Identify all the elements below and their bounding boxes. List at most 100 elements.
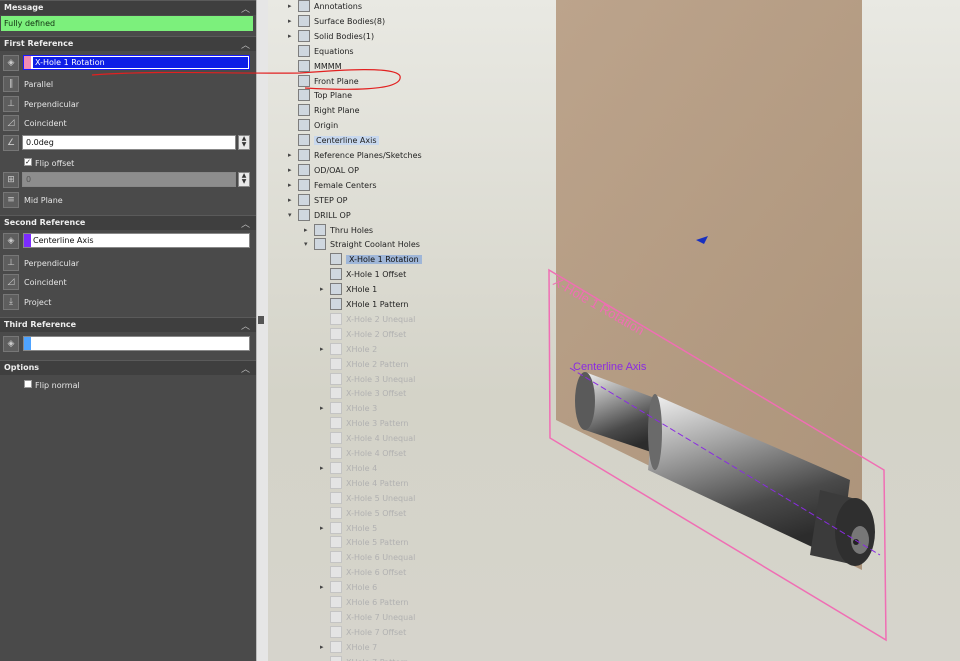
feature-icon (298, 104, 310, 117)
feature-icon (330, 253, 342, 266)
expand-arrow-icon[interactable]: ▾ (288, 211, 296, 219)
expand-arrow-icon[interactable]: ▸ (304, 226, 312, 234)
feature-icon (330, 566, 342, 579)
expand-arrow-icon[interactable]: ▸ (320, 643, 328, 651)
feature-icon (314, 223, 326, 236)
tree-node-label: X-Hole 5 Offset (346, 508, 407, 518)
expand-arrow-icon[interactable]: ▸ (320, 583, 328, 591)
feature-icon (330, 342, 342, 355)
expand-arrow-icon[interactable]: ▸ (288, 196, 296, 204)
tree-node-label: XHole 3 Pattern (346, 419, 409, 429)
feature-icon (330, 581, 342, 594)
tree-node-label: XHole 5 Pattern (346, 538, 409, 548)
tree-node-label: Centerline Axis (314, 136, 379, 146)
tree-node-label: STEP OP (314, 195, 348, 205)
feature-icon (330, 655, 342, 661)
feature-icon (330, 417, 342, 430)
feature-icon (330, 357, 342, 370)
tree-node-label: X-Hole 2 Unequal (346, 314, 416, 324)
feature-icon (330, 387, 342, 400)
feature-icon (298, 74, 310, 87)
tree-node-label: Female Centers (314, 180, 377, 190)
feature-icon (330, 491, 342, 504)
tree-node-label: OD/OAL OP (314, 165, 359, 175)
feature-icon (330, 625, 342, 638)
feature-icon (330, 327, 342, 340)
tree-node-label: XHole 3 (346, 404, 378, 414)
feature-icon (330, 551, 342, 564)
feature-icon (330, 372, 342, 385)
tree-node-label: MMMM (314, 61, 342, 71)
tree-node-label: X-Hole 3 Unequal (346, 374, 416, 384)
expand-arrow-icon[interactable]: ▸ (288, 166, 296, 174)
tree-node-label: Front Plane (314, 76, 359, 86)
expand-arrow-icon[interactable]: ▸ (288, 2, 296, 10)
tree-node-label: XHole 7 (346, 642, 378, 652)
tree-node-label: XHole 4 Pattern (346, 478, 409, 488)
expand-arrow-icon[interactable]: ▸ (288, 151, 296, 159)
tree-node-label: XHole 4 (346, 463, 378, 473)
feature-icon (330, 402, 342, 415)
feature-icon (298, 14, 310, 27)
tree-node-label: Thru Holes (330, 225, 374, 235)
tree-node-label: X-Hole 4 Offset (346, 449, 407, 458)
feature-icon (298, 193, 310, 206)
tree-node-label: DRILL OP (314, 210, 351, 220)
feature-icon (298, 44, 310, 57)
feature-icon (298, 178, 310, 191)
tree-node-label: Solid Bodies(1) (314, 31, 375, 41)
expand-arrow-icon[interactable]: ▸ (288, 181, 296, 189)
tree-node-label: XHole 7 Pattern (346, 658, 409, 661)
feature-icon (314, 238, 326, 251)
feature-icon (330, 298, 342, 310)
expand-arrow-icon[interactable]: ▸ (320, 464, 328, 472)
feature-icon (298, 59, 310, 72)
tree-node-label: XHole 2 Pattern (346, 359, 409, 369)
tree-node-label: X-Hole 1 Offset (346, 270, 407, 280)
tree-node-label: X-Hole 7 Unequal (346, 612, 416, 622)
feature-icon (330, 521, 342, 534)
feature-icon (330, 283, 342, 296)
expand-arrow-icon[interactable]: ▸ (288, 32, 296, 40)
feature-icon (330, 596, 342, 608)
feature-icon (330, 461, 342, 474)
tree-node-label: XHole 6 (346, 583, 378, 593)
feature-icon (330, 640, 342, 653)
feature-icon (298, 163, 310, 176)
expand-arrow-icon[interactable]: ▸ (320, 404, 328, 412)
tree-node-label: X-Hole 6 Offset (346, 568, 407, 578)
feature-icon (298, 0, 310, 12)
tree-node-label: Origin (314, 121, 339, 131)
tree-node-label: XHole 1 Pattern (346, 300, 409, 309)
expand-arrow-icon[interactable]: ▸ (320, 524, 328, 532)
expand-arrow-icon[interactable]: ▸ (288, 17, 296, 25)
feature-icon (330, 312, 342, 325)
expand-arrow-icon[interactable]: ▾ (304, 240, 312, 248)
tree-node-label: Annotations (314, 2, 363, 11)
feature-icon (298, 89, 310, 102)
feature-icon (298, 134, 310, 147)
feature-icon (330, 476, 342, 489)
feature-icon (330, 268, 342, 281)
feature-icon (298, 119, 310, 132)
tree-node-label: X-Hole 5 Unequal (346, 493, 416, 503)
feature-icon (330, 447, 342, 459)
expand-arrow-icon[interactable]: ▸ (320, 345, 328, 353)
tree-node-label: Equations (314, 46, 354, 56)
tree-node-label: X-Hole 6 Unequal (346, 553, 416, 563)
tree-node-label: Top Plane (314, 91, 352, 101)
tree-node-label: XHole 5 (346, 523, 378, 533)
tree-node-label: Surface Bodies(8) (314, 16, 386, 26)
tree-node-label: X-Hole 3 Offset (346, 389, 407, 399)
tree-node-label: X-Hole 7 Offset (346, 627, 407, 637)
tree-node-label: XHole 2 (346, 344, 378, 354)
tree-node-label: XHole 6 Pattern (346, 598, 409, 607)
tree-node-label: X-Hole 2 Offset (346, 329, 407, 339)
feature-icon (298, 149, 310, 161)
feature-icon (330, 506, 342, 519)
tree-node-label: X-Hole 1 Rotation (346, 255, 422, 265)
tree-node-label: X-Hole 4 Unequal (346, 434, 416, 444)
feature-icon (330, 432, 342, 445)
expand-arrow-icon[interactable]: ▸ (320, 285, 328, 293)
feature-icon (330, 536, 342, 549)
